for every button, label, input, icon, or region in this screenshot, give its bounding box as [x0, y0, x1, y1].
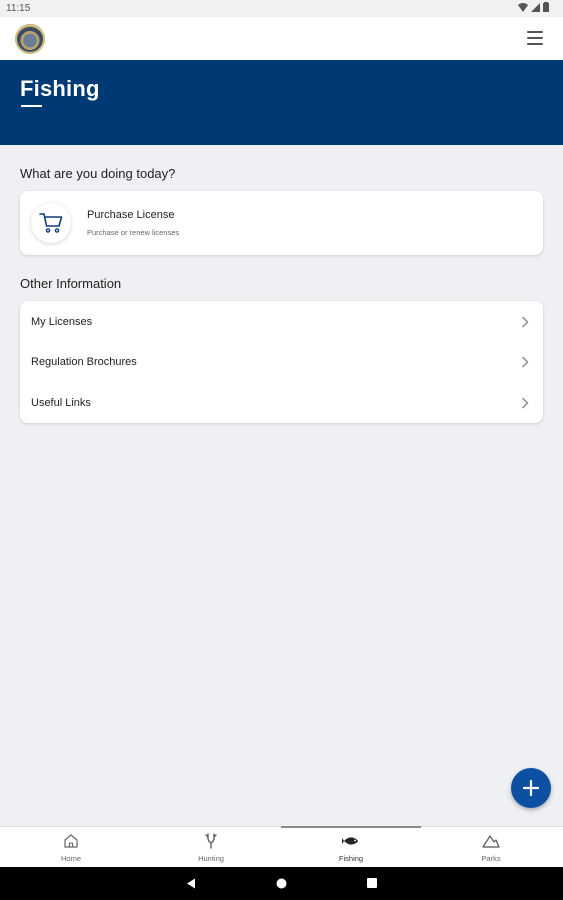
battery-icon — [543, 2, 549, 12]
system-navigation-bar — [0, 867, 563, 900]
mountain-icon — [482, 835, 500, 848]
nav-label: Hunting — [198, 854, 224, 863]
list-item-useful-links[interactable]: Useful Links — [20, 383, 543, 423]
status-time: 11:15 — [6, 3, 31, 14]
add-fab-button[interactable] — [511, 768, 551, 808]
cart-icon — [39, 213, 63, 233]
app-bar — [0, 17, 563, 60]
list-item-label: Useful Links — [31, 397, 91, 409]
agency-seal-logo[interactable] — [15, 24, 45, 54]
back-icon[interactable] — [186, 878, 196, 889]
nav-parks[interactable]: Parks — [421, 827, 561, 868]
title-underline — [21, 105, 42, 107]
chevron-right-icon — [522, 397, 529, 409]
status-bar: 11:15 — [0, 0, 563, 17]
purchase-license-subtitle: Purchase or renew licenses — [87, 228, 180, 237]
page-title: Fishing — [20, 76, 100, 101]
purchase-license-title: Purchase License — [87, 209, 175, 221]
antler-icon — [205, 833, 217, 849]
fish-icon — [342, 837, 358, 845]
list-item-label: Regulation Brochures — [31, 356, 137, 368]
cart-icon-circle — [31, 203, 71, 243]
page-header: Fishing — [0, 60, 563, 145]
chevron-right-icon — [522, 316, 529, 328]
section-title-other: Other Information — [20, 276, 122, 291]
recents-icon[interactable] — [367, 878, 377, 888]
nav-label: Parks — [481, 854, 501, 863]
nav-hunting[interactable]: Hunting — [141, 827, 281, 868]
purchase-license-card[interactable]: Purchase License Purchase or renew licen… — [20, 191, 543, 255]
list-item-my-licenses[interactable]: My Licenses — [20, 302, 543, 342]
nav-label: Fishing — [338, 854, 364, 863]
hamburger-menu-icon[interactable] — [527, 31, 543, 45]
list-item-label: My Licenses — [31, 316, 93, 328]
home-button-icon[interactable] — [276, 878, 287, 889]
wifi-icon — [518, 2, 528, 12]
list-item-regulation-brochures[interactable]: Regulation Brochures — [20, 342, 543, 382]
nav-fishing[interactable]: Fishing — [281, 826, 421, 868]
chevron-right-icon — [522, 356, 529, 368]
bottom-navigation: Home Hunting Fishing Parks — [0, 826, 563, 868]
nav-home[interactable]: Home — [1, 827, 141, 868]
status-icons — [518, 2, 549, 12]
nav-label: Home — [60, 854, 81, 863]
signal-icon — [531, 2, 540, 12]
other-information-list: My Licenses Regulation Brochures Useful … — [20, 301, 543, 423]
plus-icon — [523, 780, 539, 796]
active-tab-indicator — [281, 826, 421, 828]
home-icon — [64, 834, 78, 848]
section-title-today: What are you doing today? — [20, 166, 176, 181]
